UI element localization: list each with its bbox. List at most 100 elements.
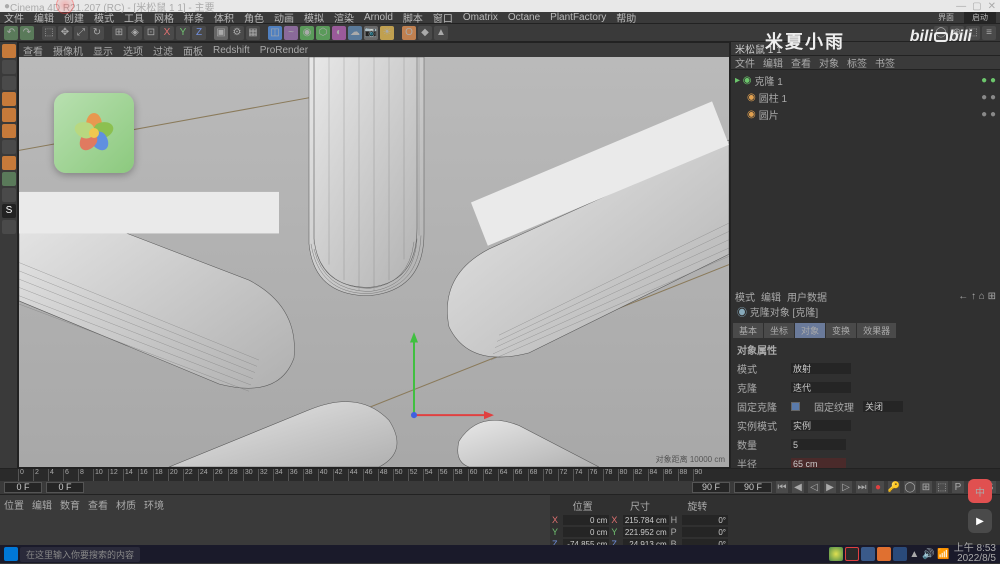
timeline-end2[interactable] (734, 482, 772, 493)
light-button[interactable]: ☀ (380, 26, 394, 40)
lt-12[interactable] (2, 220, 16, 234)
mat-menu-2[interactable]: 编辑 (32, 497, 52, 512)
goto-start-button[interactable]: ⏮ (776, 481, 788, 493)
view-menu-prorender[interactable]: ProRender (260, 45, 308, 56)
cube-primitive[interactable]: ◫ (268, 26, 282, 40)
tool-3[interactable]: ⊡ (144, 26, 158, 40)
view-menu-options[interactable]: 选项 (123, 43, 143, 58)
menu-mode[interactable]: 模式 (94, 10, 114, 25)
menu-file[interactable]: 文件 (4, 10, 24, 25)
model-mode[interactable] (2, 44, 16, 58)
menu-animate[interactable]: 动画 (274, 10, 294, 25)
menu-render[interactable]: 渲染 (334, 10, 354, 25)
environment-button[interactable]: ☁ (348, 26, 362, 40)
tab-effector[interactable]: 效果器 (857, 323, 896, 338)
object-name[interactable]: 圆柱 1 (759, 90, 787, 105)
view-menu-redshift[interactable]: Redshift (213, 45, 250, 56)
autokey-button[interactable]: 🔑 (888, 481, 900, 493)
tool-1[interactable]: ⊞ (112, 26, 126, 40)
render-settings-button[interactable]: ⚙ (230, 26, 244, 40)
menu-tools[interactable]: 工具 (124, 10, 144, 25)
mat-menu-6[interactable]: 环境 (144, 497, 164, 512)
attr-input-clone[interactable] (791, 382, 851, 393)
coord-y-pos[interactable] (563, 527, 609, 537)
camera-button[interactable]: 📷 (364, 26, 378, 40)
tab-transform[interactable]: 变换 (826, 323, 856, 338)
attr-menu-edit[interactable]: 编辑 (761, 289, 781, 304)
xaxis-button[interactable]: X (160, 26, 174, 40)
task-c4d[interactable] (861, 547, 875, 561)
mat-menu-5[interactable]: 材质 (116, 497, 136, 512)
view-menu-panel[interactable]: 面板 (183, 43, 203, 58)
scale-tool[interactable]: ⤢ (74, 26, 88, 40)
tool-2[interactable]: ◈ (128, 26, 142, 40)
next-frame-button[interactable]: ▷ (840, 481, 852, 493)
lt-9[interactable] (2, 172, 16, 186)
tab-basic[interactable]: 基本 (733, 323, 763, 338)
rotate-tool[interactable]: ↻ (90, 26, 104, 40)
menu-mesh[interactable]: 网格 (154, 10, 174, 25)
menu-character[interactable]: 角色 (244, 10, 264, 25)
obj-menu-view[interactable]: 查看 (791, 55, 811, 70)
menu-spline[interactable]: 样条 (184, 10, 204, 25)
menu-omatrix[interactable]: Omatrix (463, 12, 498, 23)
render-region-button[interactable]: ▦ (246, 26, 260, 40)
view-menu-display[interactable]: 显示 (93, 43, 113, 58)
extra-1[interactable]: ◆ (418, 26, 432, 40)
coord-y-size[interactable] (623, 527, 669, 537)
attr-nav-icon[interactable]: ← ↑ ⌂ ⊞ (958, 291, 996, 302)
close-button[interactable]: ✕ (988, 1, 996, 12)
timeline-ruler[interactable]: 0246810121416182022242628303234363840424… (0, 469, 1000, 481)
prev-frame-button[interactable]: ◀ (792, 481, 804, 493)
ime-button[interactable]: 中 (968, 479, 992, 503)
attr-menu-userdata[interactable]: 用户数据 (787, 289, 827, 304)
view-menu-filter[interactable]: 过滤 (153, 43, 173, 58)
edge-mode[interactable] (2, 108, 16, 122)
coord-x-size[interactable] (623, 515, 669, 525)
deformer-button[interactable]: ◐ (332, 26, 346, 40)
obj-menu-edit[interactable]: 编辑 (763, 55, 783, 70)
goto-end-button[interactable]: ⏭ (856, 481, 868, 493)
mat-menu-3[interactable]: 数育 (60, 497, 80, 512)
octane-button[interactable]: O (402, 26, 416, 40)
menu-window[interactable]: 窗口 (433, 10, 453, 25)
tl-extra-2[interactable]: ⊞ (920, 481, 932, 493)
record-button[interactable]: ● (872, 481, 884, 493)
texture-mode[interactable] (2, 76, 16, 90)
obj-menu-object[interactable]: 对象 (819, 55, 839, 70)
task-ps[interactable] (893, 547, 907, 561)
zaxis-button[interactable]: Z (192, 26, 206, 40)
menu-simulate[interactable]: 模拟 (304, 10, 324, 25)
undo-button[interactable]: ↶ (4, 26, 18, 40)
attr-input-fixtex[interactable] (863, 401, 903, 412)
lt-7[interactable] (2, 140, 16, 154)
forge-button[interactable]: ⬡ (316, 26, 330, 40)
coord-x-pos[interactable] (563, 515, 609, 525)
object-tree[interactable]: ▸ ◉ 克隆 1 ● ● ◉ 圆柱 1 ● ● ◉ 圆片 ● ● (731, 70, 1000, 120)
attr-input-mode[interactable] (791, 363, 851, 374)
move-tool[interactable]: ✥ (58, 26, 72, 40)
view-menu-view[interactable]: 查看 (23, 43, 43, 58)
menu-volume[interactable]: 体积 (214, 10, 234, 25)
task-chrome[interactable] (829, 547, 843, 561)
viewport[interactable]: 查看 摄像机 显示 选项 过滤 面板 Redshift ProRender 默认… (18, 42, 730, 468)
coord-h-rot[interactable] (682, 515, 728, 525)
mat-menu-1[interactable]: 位置 (4, 497, 24, 512)
tl-extra-4[interactable]: P (952, 481, 964, 493)
attr-input-radius[interactable] (791, 458, 846, 468)
video-button[interactable]: ▶ (968, 509, 992, 533)
obj-menu-bookmarks[interactable]: 书签 (875, 55, 895, 70)
view-menu-camera[interactable]: 摄像机 (53, 43, 83, 58)
object-name[interactable]: 克隆 1 (755, 73, 783, 88)
start-button[interactable] (4, 547, 18, 561)
attr-menu-mode[interactable]: 模式 (735, 289, 755, 304)
attr-input-count[interactable] (791, 439, 846, 450)
tl-extra-1[interactable]: ◯ (904, 481, 916, 493)
yaxis-button[interactable]: Y (176, 26, 190, 40)
tl-extra-3[interactable]: ⬚ (936, 481, 948, 493)
coord-p-rot[interactable] (682, 527, 728, 537)
select-tool[interactable]: ⬚ (42, 26, 56, 40)
attr-input-instance[interactable] (791, 420, 851, 431)
minimize-button[interactable]: — (956, 1, 966, 12)
object-name[interactable]: 圆片 (759, 107, 779, 120)
